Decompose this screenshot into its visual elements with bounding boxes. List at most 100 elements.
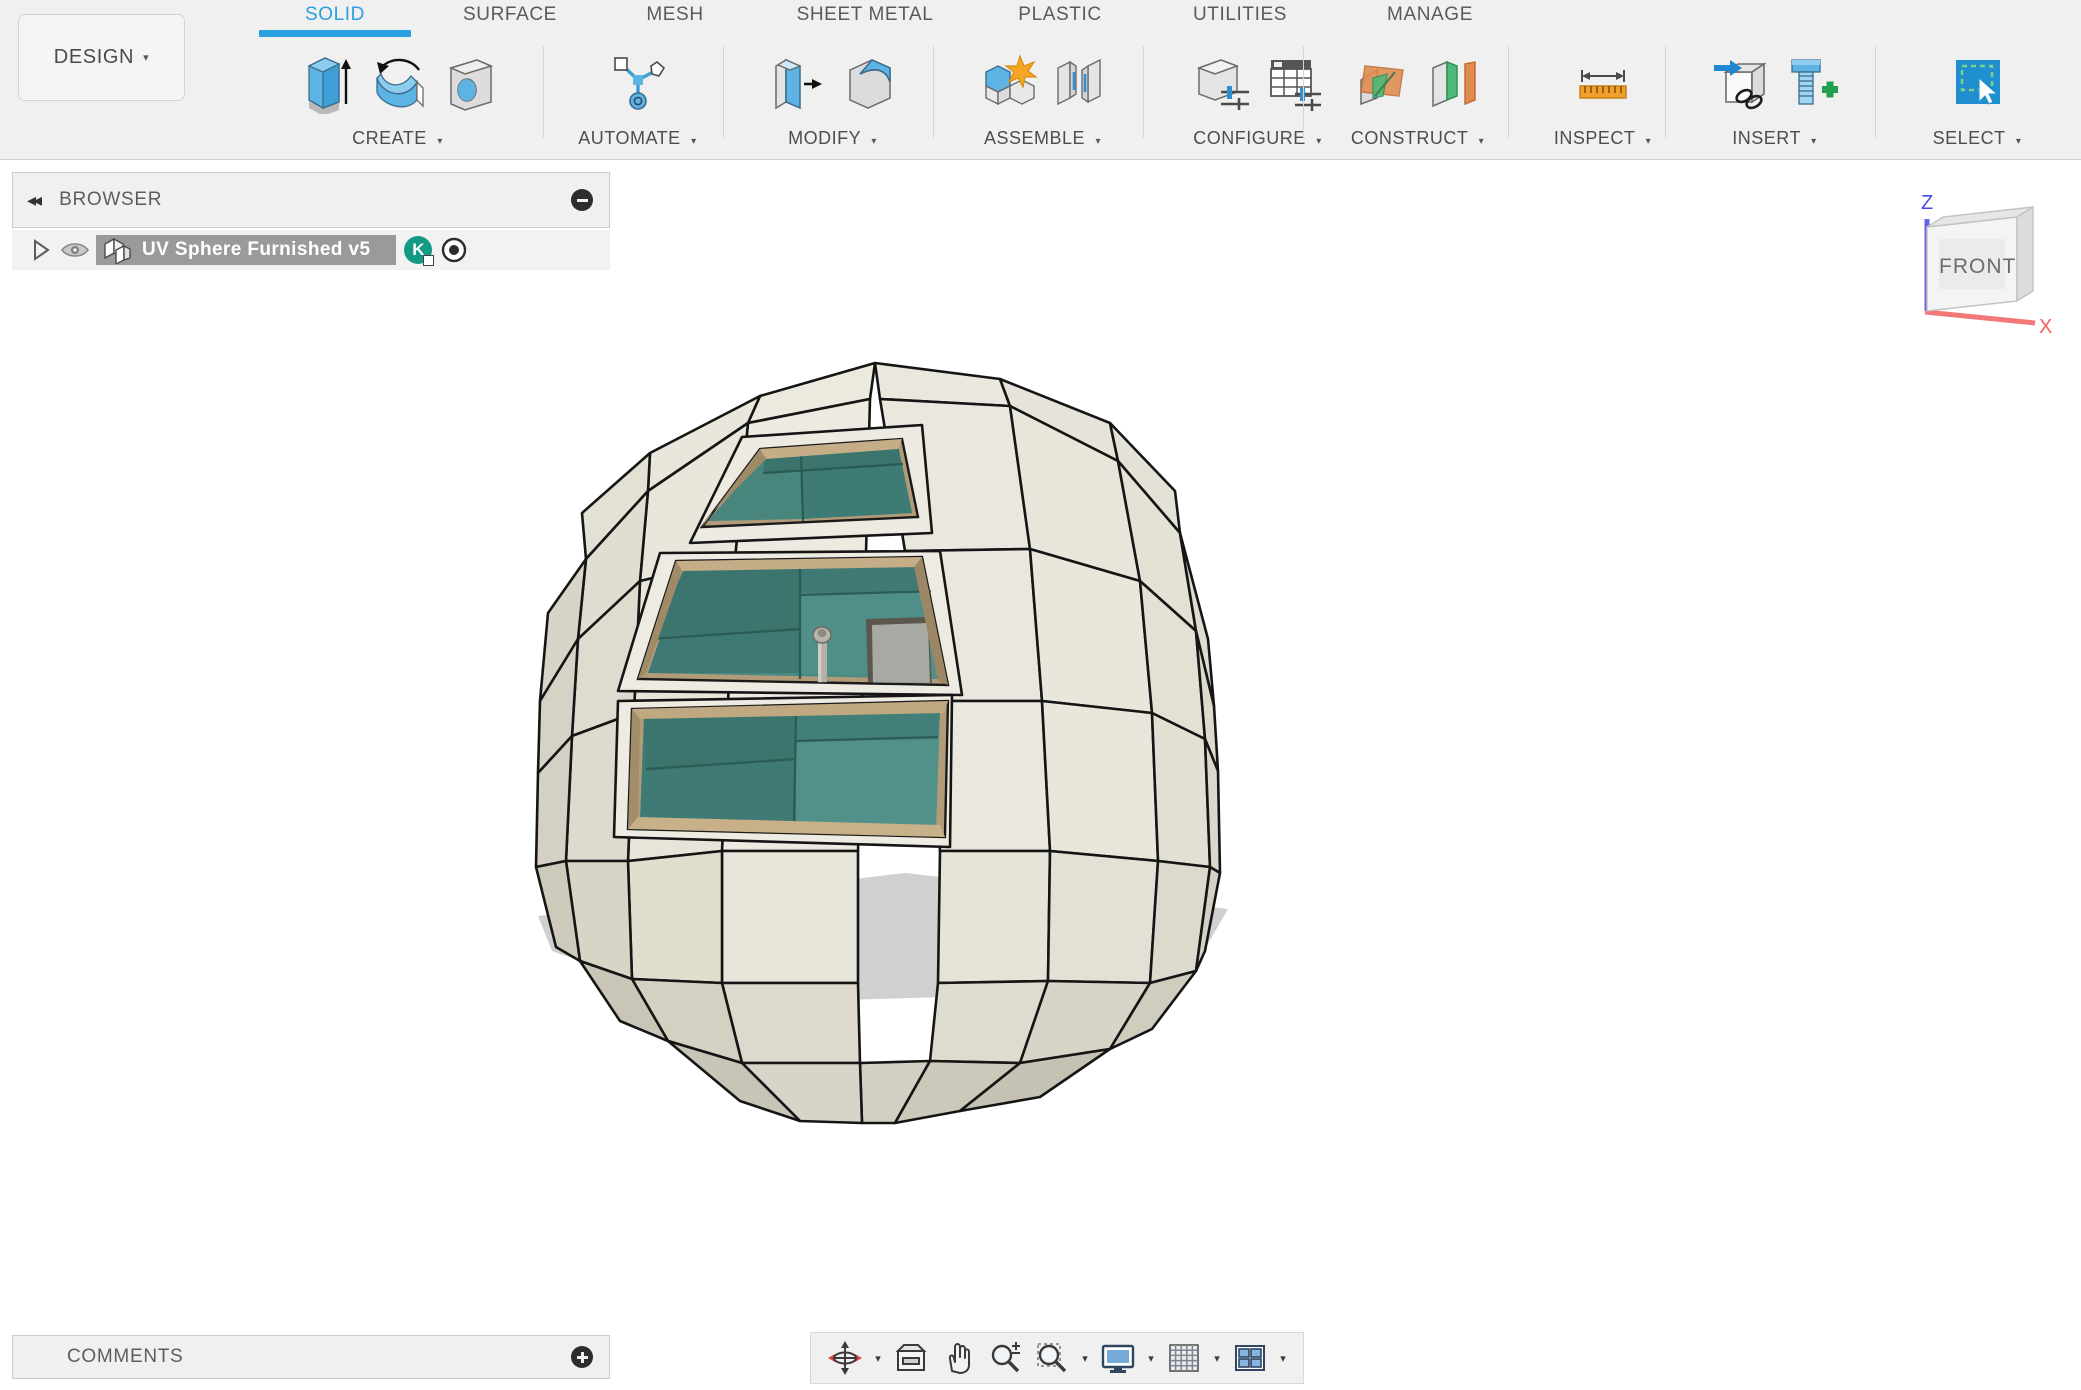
panel-divider <box>1875 46 1876 138</box>
tab-plastic[interactable]: PLASTIC <box>985 4 1135 26</box>
extrude-icon[interactable] <box>295 51 357 115</box>
panel-select-icons <box>1946 34 2008 128</box>
collapse-panel-icon[interactable]: ◂◂ <box>27 190 42 211</box>
panel-divider <box>723 46 724 138</box>
panel-divider <box>1665 46 1666 138</box>
new-component-icon[interactable] <box>976 51 1038 115</box>
component-node[interactable]: UV Sphere Furnished v5 <box>96 235 397 265</box>
tab-label: SURFACE <box>463 4 557 25</box>
panel-inspect: INSPECT ▾ <box>1520 34 1685 156</box>
hole-icon[interactable] <box>439 51 501 115</box>
panel-modify-label[interactable]: MODIFY ▾ <box>788 128 877 156</box>
ribbon-tabs: SOLID SURFACE MESH SHEET METAL PLASTIC U… <box>0 0 2081 37</box>
revolve-icon[interactable] <box>367 51 429 115</box>
press-pull-icon[interactable] <box>766 51 828 115</box>
panel-select-label[interactable]: SELECT ▾ <box>1933 128 2022 156</box>
panel-divider <box>1143 46 1144 138</box>
panel-modify-icons <box>766 34 900 128</box>
look-at-icon[interactable] <box>889 1336 933 1380</box>
panel-insert-label[interactable]: INSERT ▾ <box>1732 128 1816 156</box>
activate-target-icon[interactable] <box>432 236 476 264</box>
tab-manage[interactable]: MANAGE <box>1345 4 1515 26</box>
eye-icon[interactable] <box>54 240 96 260</box>
tab-mesh[interactable]: MESH <box>615 4 735 26</box>
ribbon-toolbar: DESIGN ▾ SOLID SURFACE MESH SHEET METAL … <box>0 0 2081 160</box>
tab-label: SOLID <box>304 4 366 25</box>
panel-divider <box>1508 46 1509 138</box>
tab-solid[interactable]: SOLID <box>259 4 411 37</box>
viewports-icon[interactable] <box>1228 1336 1272 1380</box>
tab-label: SHEET METAL <box>796 4 934 25</box>
panel-configure-icons <box>1191 34 1325 128</box>
grid-snaps-icon[interactable] <box>1162 1336 1206 1380</box>
axis-z-label: Z <box>1921 192 1933 214</box>
expand-triangle-icon[interactable] <box>28 239 54 261</box>
insert-derive-icon[interactable] <box>1708 51 1770 115</box>
axis-x-label: X <box>2039 316 2052 338</box>
workspace-label: DESIGN <box>53 46 135 68</box>
browser-panel-header: ◂◂ BROWSER <box>12 172 610 228</box>
window-middle <box>636 555 950 687</box>
plane-along-path-icon[interactable] <box>1423 51 1485 115</box>
tab-utilities[interactable]: UTILITIES <box>1155 4 1325 26</box>
select-window-icon[interactable] <box>1946 51 2008 115</box>
panel-insert-icons <box>1708 34 1842 128</box>
panel-automate: AUTOMATE ▾ <box>555 34 720 156</box>
owner-avatar[interactable]: K <box>404 236 435 266</box>
minus-circle-icon[interactable] <box>571 189 593 211</box>
view-cube[interactable]: Z X FRONT <box>1885 181 2075 341</box>
panel-create-label[interactable]: CREATE ▾ <box>352 128 443 156</box>
viewports-dropdown-caret-icon[interactable]: ▾ <box>1275 1336 1291 1380</box>
zoom-icon[interactable] <box>983 1336 1027 1380</box>
fillet-icon[interactable] <box>838 51 900 115</box>
panel-automate-label[interactable]: AUTOMATE ▾ <box>578 128 696 156</box>
plus-circle-icon[interactable] <box>571 1346 593 1368</box>
panel-divider <box>1303 46 1304 138</box>
panel-assemble-label[interactable]: ASSEMBLE ▾ <box>984 128 1101 156</box>
orbit-icon[interactable] <box>823 1336 867 1380</box>
panel-assemble-icons <box>976 34 1110 128</box>
tab-label: UTILITIES <box>1192 4 1288 25</box>
component-name-label: UV Sphere Furnished v5 <box>142 239 371 260</box>
chevron-down-icon: ▾ <box>1645 136 1652 147</box>
zoom-window-dropdown-caret-icon[interactable]: ▾ <box>1077 1336 1093 1380</box>
panel-inspect-icons <box>1572 34 1634 128</box>
configuration-icon[interactable] <box>1191 51 1253 115</box>
tab-label: MANAGE <box>1387 4 1473 25</box>
view-cube-right-face <box>2016 205 2034 303</box>
tree-row-uv-sphere[interactable]: UV Sphere Furnished v5 K <box>12 230 610 270</box>
display-settings-icon[interactable] <box>1096 1336 1140 1380</box>
tab-sheet-metal[interactable]: SHEET METAL <box>760 4 970 26</box>
panel-divider <box>933 46 934 138</box>
tab-label: MESH <box>646 4 704 25</box>
3d-viewport[interactable]: Z X FRONT <box>0 161 2081 1390</box>
orbit-dropdown-caret-icon[interactable]: ▾ <box>870 1336 886 1380</box>
navigation-bar: ▾ ▾ ▾ ▾ ▾ <box>810 1332 1304 1384</box>
measure-icon[interactable] <box>1572 51 1634 115</box>
browser-title: BROWSER <box>59 189 163 210</box>
zoom-window-icon[interactable] <box>1030 1336 1074 1380</box>
automated-modeling-icon[interactable] <box>607 51 669 115</box>
display-settings-dropdown-caret-icon[interactable]: ▾ <box>1143 1336 1159 1380</box>
panel-create-icons <box>295 34 501 128</box>
joint-icon[interactable] <box>1048 51 1110 115</box>
tab-surface[interactable]: SURFACE <box>430 4 590 26</box>
panel-inspect-label[interactable]: INSPECT ▾ <box>1554 128 1651 156</box>
chevron-down-icon: ▾ <box>437 136 443 147</box>
panel-construct-icons <box>1351 34 1485 128</box>
chevron-down-icon: ▾ <box>1095 136 1102 147</box>
chevron-down-icon: ▾ <box>1811 136 1817 147</box>
comments-title: COMMENTS <box>67 1346 184 1367</box>
panel-construct-label[interactable]: CONSTRUCT ▾ <box>1351 128 1484 156</box>
model-uv-sphere-furnished[interactable] <box>0 161 2081 1390</box>
panel-automate-icons <box>607 34 669 128</box>
panel-insert: INSERT ▾ <box>1677 34 1872 156</box>
insert-mcmaster-icon[interactable] <box>1780 51 1842 115</box>
chevron-down-icon: ▾ <box>143 52 150 64</box>
pan-icon[interactable] <box>936 1336 980 1380</box>
component-icon <box>96 236 132 264</box>
panel-modify: MODIFY ▾ <box>735 34 930 156</box>
chevron-down-icon: ▾ <box>871 136 877 147</box>
offset-plane-icon[interactable] <box>1351 51 1413 115</box>
grid-snaps-dropdown-caret-icon[interactable]: ▾ <box>1209 1336 1225 1380</box>
